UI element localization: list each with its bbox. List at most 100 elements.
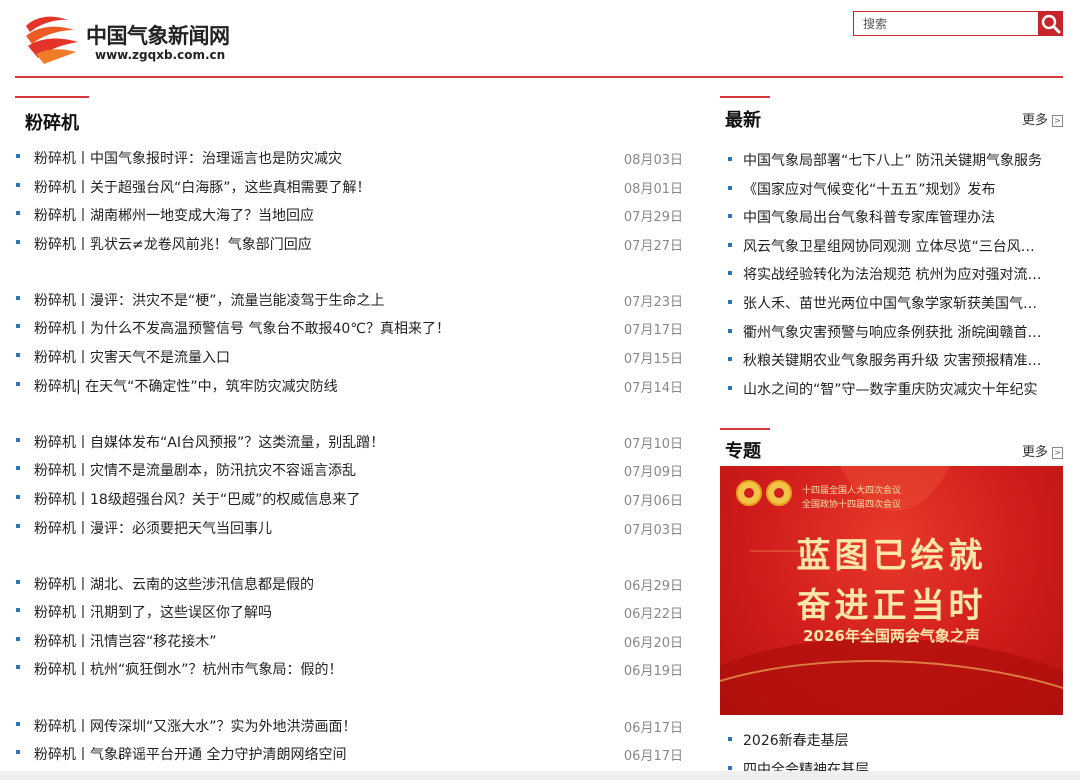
list-item[interactable]: 粉碎机丨乳状云≠龙卷风前兆！气象部门回应 07月27日 [16,229,686,258]
list-item-title[interactable]: 山水之间的“智”守—数字重庆防灾减灾十年纪实 [743,379,1043,399]
list-item-title[interactable]: 粉碎机丨关于超强台风“白海豚”，这些真相需要了解！ [34,177,371,197]
list-item-date: 07月17日 [623,323,683,339]
horizontal-scrollbar[interactable] [0,771,1080,780]
site-logo[interactable]: 中国气象新闻网 www.zgqxb.com.cn [22,10,262,66]
section-header-fensuiji: 粉碎机 [15,96,687,136]
chevron-right-icon: > [1052,114,1063,127]
header-divider [15,76,1063,78]
list-item[interactable]: 粉碎机丨漫评：必须要把天气当回事儿 07月03日 [16,513,686,542]
list-item-title[interactable]: 粉碎机丨网传深圳“又涨大水”？实为外地洪涝画面！ [34,716,357,736]
list-item[interactable]: 粉碎机丨汛期到了，这些误区你了解吗 06月22日 [16,597,686,626]
bullet-icon [728,299,732,304]
list-item[interactable]: 粉碎机丨网传深圳“又涨大水”？实为外地洪涝画面！ 06月17日 [16,711,686,740]
list-item-date: 06月20日 [623,635,683,651]
list-item[interactable]: 粉碎机丨18级超强台风？关于“巴威”的权威信息来了 07月06日 [16,484,686,513]
list-item-title[interactable]: 粉碎机丨乳状云≠龙卷风前兆！气象部门回应 [34,234,312,254]
list-item-title[interactable]: 2026新春走基层 [743,730,1043,750]
list-item-title[interactable]: 《国家应对气候变化“十五五”规划》发布 [743,179,1043,199]
list-item-title[interactable]: 粉碎机丨中国气象报时评：治理谣言也是防灾减灾 [34,148,342,168]
list-item[interactable]: 粉碎机丨关于超强台风“白海豚”，这些真相需要了解！ 08月01日 [16,172,686,201]
list-item-title[interactable]: 粉碎机丨气象辟谣平台开通 全力守护清朗网络空间 [34,744,346,764]
list-item[interactable]: 粉碎机丨为什么不发高温预警信号 气象台不敢报40℃？真相来了！ 07月17日 [16,313,686,342]
list-item-title[interactable]: 将实战经验转化为法治规范 杭州为应对强对流天气立法 [743,264,1043,284]
list-item-date: 06月19日 [623,664,683,680]
list-item-title[interactable]: 粉碎机丨漫评：必须要把天气当回事儿 [34,518,272,538]
list-item-title[interactable]: 粉碎机丨汛情岂容“移花接木” [34,631,217,651]
search-button[interactable] [1038,11,1063,36]
list-item-title[interactable]: 粉碎机丨18级超强台风？关于“巴威”的权威信息来了 [34,489,360,509]
list-item-title[interactable]: 粉碎机丨湖南郴州一地变成大海了？当地回应 [34,205,314,225]
list-item[interactable]: 粉碎机| 在天气“不确定性”中，筑牢防灾减灾防线 07月14日 [16,371,686,400]
bullet-icon [16,665,20,670]
list-item[interactable]: 风云气象卫星组网协同观测 立体尽览“三台风共舞” [728,231,1058,260]
list-item-date: 07月10日 [623,436,683,452]
list-item-title[interactable]: 粉碎机| 在天气“不确定性”中，筑牢防灾减灾防线 [34,376,338,396]
list-item-title[interactable]: 衢州气象灾害预警与响应条例获批 浙皖闽赣首部地方性法规 [743,322,1043,342]
list-item[interactable]: 粉碎机丨灾害天气不是流量入口 07月15日 [16,342,686,371]
list-item[interactable]: 粉碎机丨漫评：洪灾不是“梗”，流量岂能凌驾于生命之上 07月23日 [16,285,686,314]
bullet-icon [728,385,732,390]
list-item[interactable]: 秋粮关键期农业气象服务再升级 灾害预报精准到田 [728,345,1058,374]
latest-list: 中国气象局部署“七下八上” 防汛关键期气象服务 《国家应对气候变化“十五五”规划… [728,145,1058,402]
list-item[interactable]: 粉碎机丨汛情岂容“移花接木” 06月20日 [16,626,686,655]
list-item-title[interactable]: 粉碎机丨灾情不是流量剧本，防汛抗灾不容谣言添乱 [34,460,356,480]
list-item[interactable]: 粉碎机丨杭州“疯狂倒水”？杭州市气象局：假的！ 06月19日 [16,654,686,683]
list-item[interactable]: 衢州气象灾害预警与响应条例获批 浙皖闽赣首部地方性法规 [728,317,1058,346]
list-item[interactable]: 粉碎机丨气象辟谣平台开通 全力守护清朗网络空间 06月17日 [16,739,686,768]
list-item-date: 07月06日 [623,493,683,509]
bullet-icon [728,765,732,770]
banner-header-line1: 十四届全国人大四次会议 [802,486,902,496]
list-item[interactable]: 2026新春走基层 [728,725,1058,754]
list-item-title[interactable]: 秋粮关键期农业气象服务再升级 灾害预报精准到田 [743,350,1043,370]
bullet-icon [728,185,732,190]
section-title: 粉碎机 [25,113,79,134]
bullet-icon [728,737,732,741]
bullet-icon [16,608,20,613]
more-link[interactable]: 更多 > [1022,441,1063,460]
logo-url: www.zgqxb.com.cn [95,48,226,62]
list-item[interactable]: 中国气象局出台气象科普专家库管理办法 [728,202,1058,231]
list-item-title[interactable]: 粉碎机丨汛期到了，这些误区你了解吗 [34,602,272,622]
list-item-date: 07月23日 [623,294,683,310]
list-item-date: 07月27日 [623,238,683,254]
list-item-title[interactable]: 中国气象局出台气象科普专家库管理办法 [743,207,1043,227]
list-item-title[interactable]: 粉碎机丨漫评：洪灾不是“梗”，流量岂能凌驾于生命之上 [34,290,385,310]
bullet-icon [16,353,20,358]
list-item-date: 06月17日 [623,749,683,765]
list-item-title[interactable]: 粉碎机丨灾害天气不是流量入口 [34,347,230,367]
list-item-title[interactable]: 风云气象卫星组网协同观测 立体尽览“三台风共舞” [743,236,1043,256]
list-item[interactable]: 《国家应对气候变化“十五五”规划》发布 [728,174,1058,203]
list-item-date: 08月01日 [623,181,683,197]
more-link[interactable]: 更多 > [1022,109,1063,128]
bullet-icon [16,466,20,471]
list-item-title[interactable]: 粉碎机丨杭州“疯狂倒水”？杭州市气象局：假的！ [34,659,343,679]
banner-subtitle: 2026年全国两会气象之声 [803,627,980,645]
logo-wave-icon [26,16,78,64]
bullet-icon [728,242,732,247]
search-icon [1041,14,1061,34]
list-item[interactable]: 粉碎机丨灾情不是流量剧本，防汛抗灾不容谣言添乱 07月09日 [16,455,686,484]
list-item[interactable]: 山水之间的“智”守—数字重庆防灾减灾十年纪实 [728,374,1058,403]
search-box [853,11,1063,36]
list-item[interactable]: 中国气象局部署“七下八上” 防汛关键期气象服务 [728,145,1058,174]
list-item-date: 07月29日 [623,210,683,226]
section-accent [15,96,89,98]
bullet-icon [16,636,20,641]
list-item-title[interactable]: 粉碎机丨自媒体发布“AI台风预报”？这类流量，别乱蹭！ [34,432,384,452]
list-item[interactable]: 将实战经验转化为法治规范 杭州为应对强对流天气立法 [728,259,1058,288]
list-item-date: 06月22日 [623,607,683,623]
bullet-icon [16,239,20,244]
bullet-icon [728,157,732,161]
list-item-title[interactable]: 中国气象局部署“七下八上” 防汛关键期气象服务 [743,150,1043,170]
list-item[interactable]: 粉碎机丨自媒体发布“AI台风预报”？这类流量，别乱蹭！ 07月10日 [16,427,686,456]
list-item-title[interactable]: 粉碎机丨湖北、云南的这些涉汛信息都是假的 [34,574,314,594]
list-item[interactable]: 粉碎机丨中国气象报时评：治理谣言也是防灾减灾 08月03日 [16,143,686,172]
list-item[interactable]: 张人禾、苗世光两位中国气象学家斩获美国气象学会奖项 [728,288,1058,317]
search-input[interactable] [854,12,1039,35]
list-item[interactable]: 粉碎机丨湖北、云南的这些涉汛信息都是假的 06月29日 [16,569,686,598]
special-banner[interactable]: 十四届全国人大四次会议 全国政协十四届四次会议 蓝图已绘就 奋进正当时 2026… [720,466,1063,715]
list-item-date: 07月15日 [623,352,683,368]
list-item-title[interactable]: 张人禾、苗世光两位中国气象学家斩获美国气象学会奖项 [743,293,1043,313]
list-item[interactable]: 粉碎机丨湖南郴州一地变成大海了？当地回应 07月29日 [16,200,686,229]
list-item-title[interactable]: 粉碎机丨为什么不发高温预警信号 气象台不敢报40℃？真相来了！ [34,318,450,338]
